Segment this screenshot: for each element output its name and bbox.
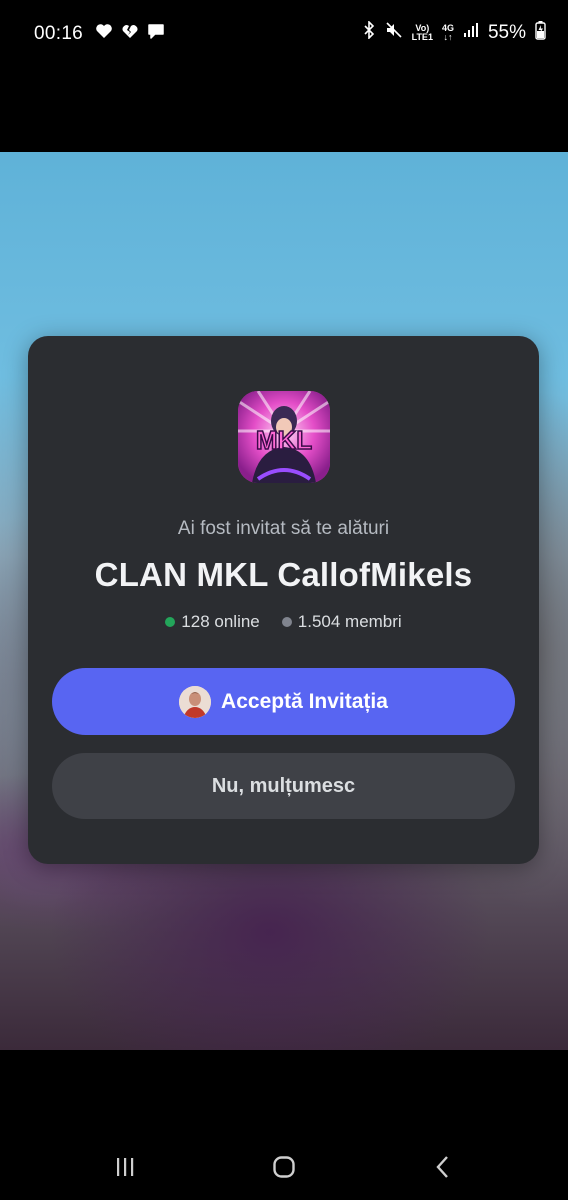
chat-bubble-icon [147, 23, 165, 45]
recent-apps-icon [114, 1156, 136, 1183]
accept-invite-button[interactable]: Acceptă Invitația [52, 668, 515, 735]
invite-subtitle: Ai fost invitat să te alături [177, 518, 390, 539]
data-arrows-icon: ↓↑ [443, 32, 453, 42]
lte-label: LTE1 [411, 32, 433, 42]
battery-charging-icon [535, 20, 546, 46]
home-button[interactable] [264, 1154, 304, 1184]
server-name: CLAN MKL CallofMikels [94, 556, 473, 593]
invite-card: MKL Ai fost invitat să te alături CLAN M… [28, 336, 539, 864]
status-time: 00:16 [34, 23, 84, 44]
bluetooth-icon [362, 20, 376, 45]
back-icon [433, 1155, 453, 1184]
status-right: Vo) LTE1 4G ↓↑ 55% [362, 20, 546, 46]
phone-screen: 00:16 Vo) LTE1 4G ↓↑ 55% MKL Ai fost inv… [0, 0, 568, 1200]
mute-icon [385, 21, 403, 45]
volte-indicator: Vo) LTE1 [412, 24, 433, 42]
heart-icon [95, 23, 113, 45]
network-indicator: 4G ↓↑ [442, 24, 454, 42]
svg-text:MKL: MKL [256, 425, 312, 455]
members-dot-icon [281, 617, 292, 627]
recent-apps-button[interactable] [105, 1154, 145, 1184]
back-button[interactable] [423, 1154, 463, 1184]
avatar [179, 685, 212, 718]
accept-invite-label: Acceptă Invitația [221, 689, 388, 713]
signal-icon [463, 22, 479, 44]
members-stat: 1.504 membri [281, 612, 402, 632]
member-count: 1.504 membri [297, 612, 402, 631]
online-count: 128 online [181, 612, 260, 631]
status-left: 00:16 [34, 23, 165, 45]
broken-heart-icon [121, 23, 139, 45]
online-dot-icon [165, 617, 176, 627]
server-icon: MKL [238, 391, 330, 483]
decline-invite-label: Nu, mulțumesc [211, 774, 356, 797]
server-stats: 128 online 1.504 membri [28, 612, 539, 632]
navigation-bar [0, 1130, 568, 1200]
home-icon [272, 1155, 296, 1184]
decline-invite-button[interactable]: Nu, mulțumesc [52, 753, 515, 819]
online-stat: 128 online [165, 612, 260, 632]
status-bar: 00:16 Vo) LTE1 4G ↓↑ 55% [0, 0, 568, 70]
battery-percent: 55% [487, 22, 526, 43]
